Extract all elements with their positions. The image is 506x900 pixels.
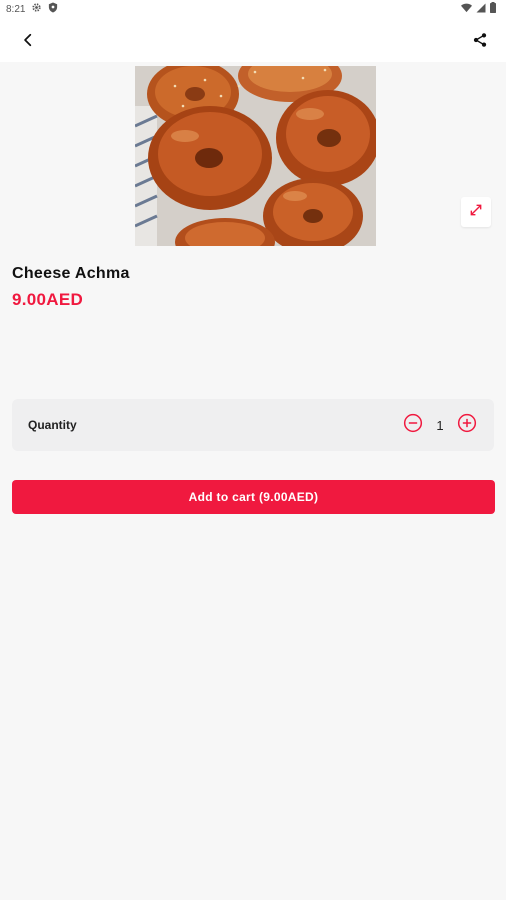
expand-image-button[interactable] xyxy=(461,197,491,227)
battery-icon xyxy=(490,2,496,16)
product-price: 9.00AED xyxy=(12,290,84,309)
wifi-icon xyxy=(461,3,472,16)
increment-button[interactable] xyxy=(456,413,478,438)
status-time: 8:21 xyxy=(6,3,26,15)
signal-icon xyxy=(476,3,486,16)
decrement-button[interactable] xyxy=(402,413,424,438)
gear-icon xyxy=(31,2,42,16)
back-arrow-icon[interactable] xyxy=(16,28,40,52)
product-image xyxy=(135,66,376,246)
shield-icon xyxy=(48,2,58,16)
status-right xyxy=(461,2,496,16)
minus-circle-icon xyxy=(403,413,423,438)
quantity-stepper: 1 xyxy=(402,413,478,438)
expand-icon xyxy=(469,203,483,222)
plus-circle-icon xyxy=(457,413,477,438)
app-bar xyxy=(0,18,506,62)
add-to-cart-button[interactable]: Add to cart (9.00AED) xyxy=(12,480,495,514)
bread-photo xyxy=(135,66,376,246)
share-icon[interactable] xyxy=(468,28,492,52)
status-bar: 8:21 xyxy=(0,0,506,18)
quantity-value: 1 xyxy=(436,417,444,433)
quantity-label: Quantity xyxy=(28,418,77,432)
product-name: Cheese Achma xyxy=(12,265,130,282)
quantity-card: Quantity 1 xyxy=(12,399,494,451)
status-left: 8:21 xyxy=(6,2,58,16)
